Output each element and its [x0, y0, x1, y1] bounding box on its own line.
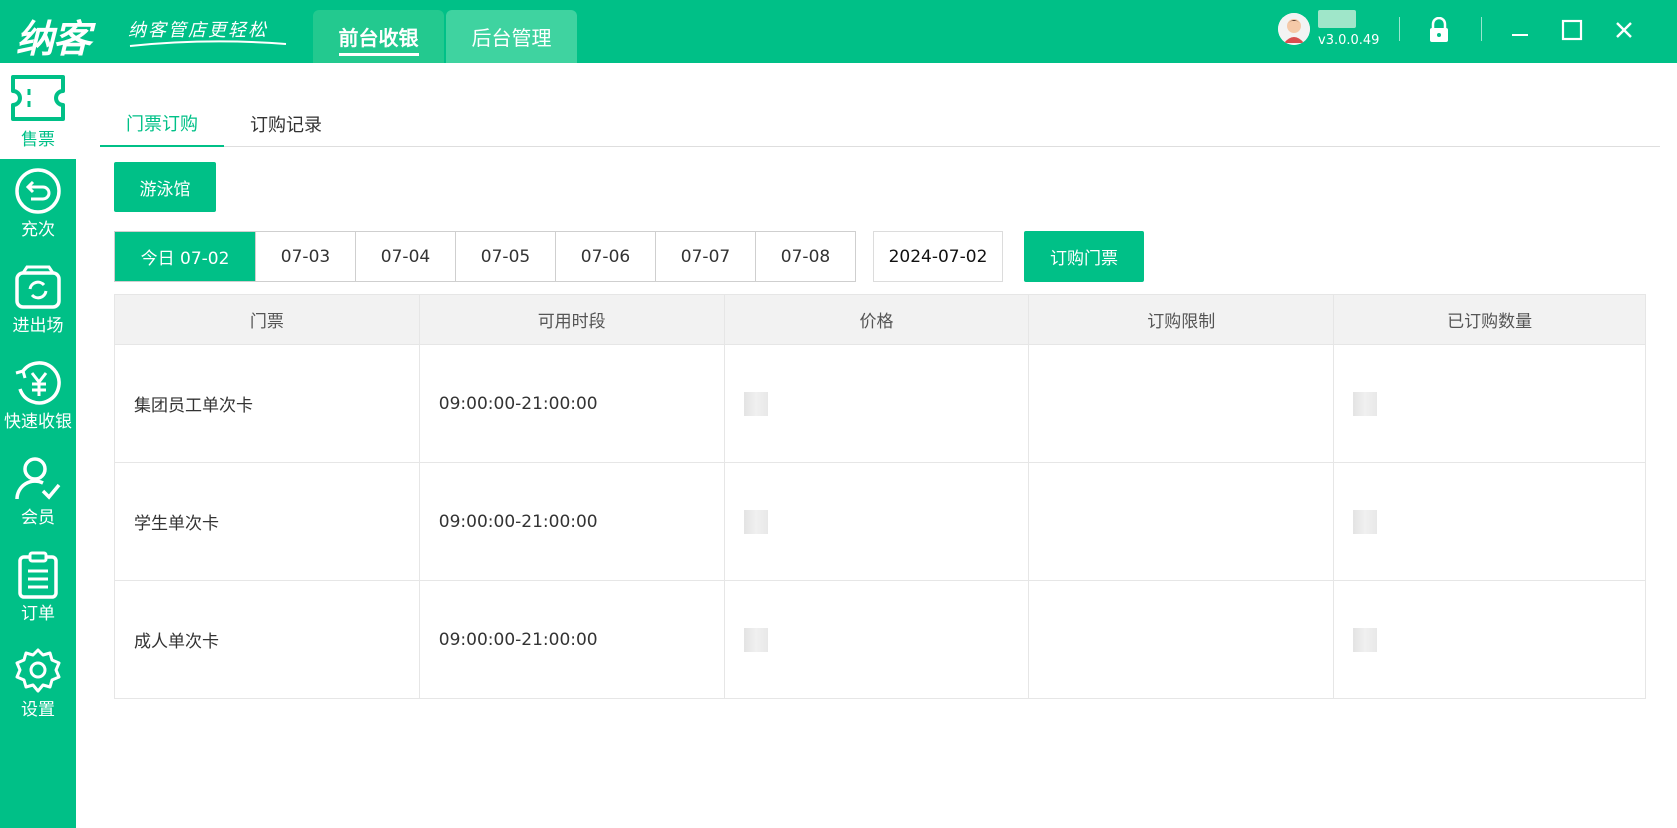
sidebar-item-label: 会员 — [21, 508, 55, 528]
sidebar-item-label: 充次 — [21, 220, 55, 240]
redacted-value — [1353, 391, 1378, 416]
lock-button[interactable] — [1423, 14, 1455, 46]
divider — [1481, 17, 1482, 41]
user-avatar-icon — [1278, 13, 1310, 45]
sidebar-item-label: 设置 — [21, 700, 55, 720]
recharge-icon — [15, 168, 61, 214]
ticket-name-cell: 学生单次卡 — [114, 462, 420, 581]
ticket-table: 门票 可用时段 价格 订购限制 已订购数量 集团员工单次卡 09:00:00-2… — [114, 294, 1646, 699]
minimize-icon — [1512, 34, 1528, 36]
username-redacted — [1318, 10, 1356, 28]
limit-cell — [1028, 580, 1335, 699]
sidebar-item-recharge[interactable]: 充次 — [0, 159, 76, 255]
column-header: 价格 — [723, 294, 1030, 345]
sidebar-item-label: 快速收银 — [4, 412, 72, 432]
table-row[interactable]: 成人单次卡 09:00:00-21:00:00 — [114, 580, 1646, 699]
order-icon — [18, 551, 58, 599]
date-option[interactable]: 07-04 — [355, 232, 455, 281]
redacted-value — [1353, 627, 1378, 652]
tab-ticket-purchase[interactable]: 门票订购 — [100, 101, 224, 147]
entry-exit-icon — [15, 265, 61, 309]
ordered-count-cell — [1333, 462, 1646, 581]
redacted-value — [743, 509, 768, 534]
date-selector: 今日 07-02 07-03 07-04 07-05 07-06 07-07 0… — [114, 231, 856, 282]
ordered-count-cell — [1333, 344, 1646, 463]
close-icon — [1616, 22, 1632, 38]
subtab-bar: 门票订购 订购记录 — [100, 101, 1660, 147]
limit-cell — [1028, 462, 1335, 581]
date-picker-input[interactable]: 2024-07-02 — [873, 231, 1003, 282]
top-tab-label: 后台管理 — [471, 26, 552, 50]
top-bar: 纳客 纳客管店更轻松 前台收银 后台管理 v3.0.0.49 — [0, 0, 1677, 63]
maximize-icon — [1561, 19, 1583, 41]
date-option[interactable]: 07-03 — [255, 232, 355, 281]
date-option[interactable]: 今日 07-02 — [115, 232, 255, 281]
sidebar-item-entry-exit[interactable]: 进出场 — [0, 255, 76, 351]
member-icon — [15, 457, 61, 500]
ticket-name-cell: 成人单次卡 — [114, 580, 420, 699]
column-header: 已订购数量 — [1333, 294, 1646, 345]
column-header: 订购限制 — [1028, 294, 1335, 345]
period-cell: 09:00:00-21:00:00 — [418, 462, 725, 581]
top-tab-back-office[interactable]: 后台管理 — [446, 10, 577, 63]
tab-purchase-records[interactable]: 订购记录 — [224, 101, 348, 147]
lock-icon — [1430, 17, 1448, 42]
date-option[interactable]: 07-08 — [755, 232, 855, 281]
price-cell — [723, 462, 1030, 581]
sidebar-item-member[interactable]: 会员 — [0, 447, 76, 543]
limit-cell — [1028, 344, 1335, 463]
quick-cashier-icon — [15, 361, 61, 405]
app-logo: 纳客 — [16, 16, 91, 61]
sidebar-item-quick-cashier[interactable]: 快速收银 — [0, 351, 76, 447]
top-tab-front-desk[interactable]: 前台收银 — [313, 10, 444, 63]
redacted-value — [1353, 509, 1378, 534]
ordered-count-cell — [1333, 580, 1646, 699]
period-cell: 09:00:00-21:00:00 — [418, 580, 725, 699]
venue-swimming-button[interactable]: 游泳馆 — [114, 162, 216, 212]
top-tab-label: 前台收银 — [338, 22, 419, 56]
column-header: 可用时段 — [418, 294, 725, 345]
column-header: 门票 — [114, 294, 420, 345]
redacted-value — [743, 391, 768, 416]
table-header-row: 门票 可用时段 价格 订购限制 已订购数量 — [114, 294, 1646, 345]
table-row[interactable]: 集团员工单次卡 09:00:00-21:00:00 — [114, 344, 1646, 463]
sidebar-item-ticketing[interactable]: 售票 — [0, 63, 76, 159]
date-option[interactable]: 07-05 — [455, 232, 555, 281]
maximize-button[interactable] — [1556, 14, 1588, 46]
ticket-name-cell: 集团员工单次卡 — [114, 344, 420, 463]
redacted-value — [743, 627, 768, 652]
ticket-icon — [11, 75, 65, 121]
avatar[interactable] — [1278, 13, 1310, 45]
divider — [1399, 17, 1400, 41]
sidebar-item-label: 售票 — [21, 130, 55, 150]
close-button[interactable] — [1608, 14, 1640, 46]
minimize-button[interactable] — [1504, 14, 1536, 46]
main-content: 门票订购 订购记录 游泳馆 今日 07-02 07-03 07-04 07-05… — [76, 63, 1677, 828]
date-option[interactable]: 07-06 — [555, 232, 655, 281]
sidebar-item-label: 订单 — [21, 604, 55, 624]
price-cell — [723, 580, 1030, 699]
table-row[interactable]: 学生单次卡 09:00:00-21:00:00 — [114, 462, 1646, 581]
date-option[interactable]: 07-07 — [655, 232, 755, 281]
sidebar-item-settings[interactable]: 设置 — [0, 639, 76, 735]
sidebar: 售票 充次 进出场 快速收银 会员 订单 设置 — [0, 63, 76, 828]
order-ticket-button[interactable]: 订购门票 — [1024, 231, 1144, 282]
slogan-swoosh-icon — [129, 40, 287, 47]
sidebar-item-label: 进出场 — [12, 316, 64, 336]
sidebar-item-order[interactable]: 订单 — [0, 543, 76, 639]
period-cell: 09:00:00-21:00:00 — [418, 344, 725, 463]
version-label: v3.0.0.49 — [1318, 33, 1380, 48]
price-cell — [723, 344, 1030, 463]
settings-icon — [15, 648, 61, 693]
